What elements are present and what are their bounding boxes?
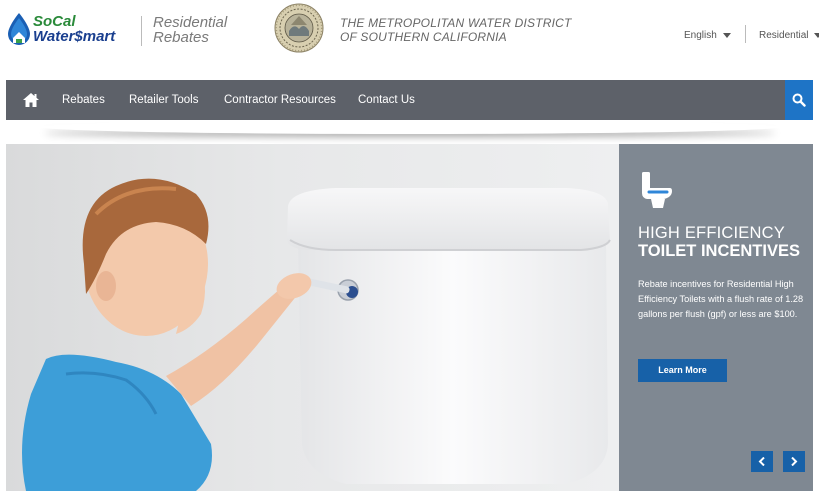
program-title-line2: Rebates xyxy=(153,29,209,46)
header-divider xyxy=(141,16,142,46)
hero-slider: HIGH EFFICIENCY TOILET INCENTIVES Rebate… xyxy=(6,144,813,491)
caret-down-icon xyxy=(722,32,731,38)
child-flushing-toilet-image xyxy=(22,178,611,491)
site-header: SoCal Water$mart Residential Rebates THE… xyxy=(0,0,819,80)
learn-more-button[interactable]: Learn More xyxy=(638,359,727,382)
nav-item-retailer-tools[interactable]: Retailer Tools xyxy=(129,80,198,120)
mwd-seal-icon xyxy=(274,3,324,53)
hero-title-line1: HIGH EFFICIENCY xyxy=(638,224,785,242)
mwd-name: THE METROPOLITAN WATER DISTRICT OF SOUTH… xyxy=(340,16,572,44)
hero-photo xyxy=(6,144,619,491)
hero-panel: HIGH EFFICIENCY TOILET INCENTIVES Rebate… xyxy=(619,144,813,491)
nav-item-contact-us[interactable]: Contact Us xyxy=(358,80,415,120)
chevron-right-icon xyxy=(791,457,798,466)
audience-select-label: Residential xyxy=(759,30,809,41)
header-separator xyxy=(745,25,746,43)
mwd-name-line2: OF SOUTHERN CALIFORNIA xyxy=(340,30,507,44)
search-button[interactable] xyxy=(785,80,813,120)
slider-next-button[interactable] xyxy=(783,451,805,472)
program-title-line1: Residential xyxy=(153,14,228,31)
water-drop-logo-icon xyxy=(8,13,30,45)
slider-prev-button[interactable] xyxy=(751,451,773,472)
mwd-name-line1: THE METROPOLITAN WATER DISTRICT xyxy=(340,16,572,30)
audience-select[interactable]: Residential xyxy=(759,30,819,41)
nav-item-contractor-resources[interactable]: Contractor Resources xyxy=(224,80,336,120)
hero-title-line2: TOILET INCENTIVES xyxy=(638,242,800,260)
nav-shadow xyxy=(40,120,780,134)
logo-text-watersmart: Water$mart xyxy=(33,28,116,45)
socal-watersmart-logo[interactable]: SoCal Water$mart xyxy=(6,12,136,48)
toilet-icon xyxy=(642,172,672,208)
language-select-label: English xyxy=(684,30,717,41)
logo-text-socal: SoCal xyxy=(33,13,76,30)
nav-item-rebates[interactable]: Rebates xyxy=(62,80,105,120)
chevron-left-icon xyxy=(758,457,765,466)
program-title: Residential Rebates xyxy=(153,15,227,45)
hero-description: Rebate incentives for Residential High E… xyxy=(638,279,804,319)
search-icon xyxy=(792,93,806,107)
caret-down-icon xyxy=(814,32,819,38)
language-select[interactable]: English xyxy=(684,30,731,41)
main-nav: Rebates Retailer Tools Contractor Resour… xyxy=(6,80,813,120)
home-icon[interactable] xyxy=(22,91,40,109)
